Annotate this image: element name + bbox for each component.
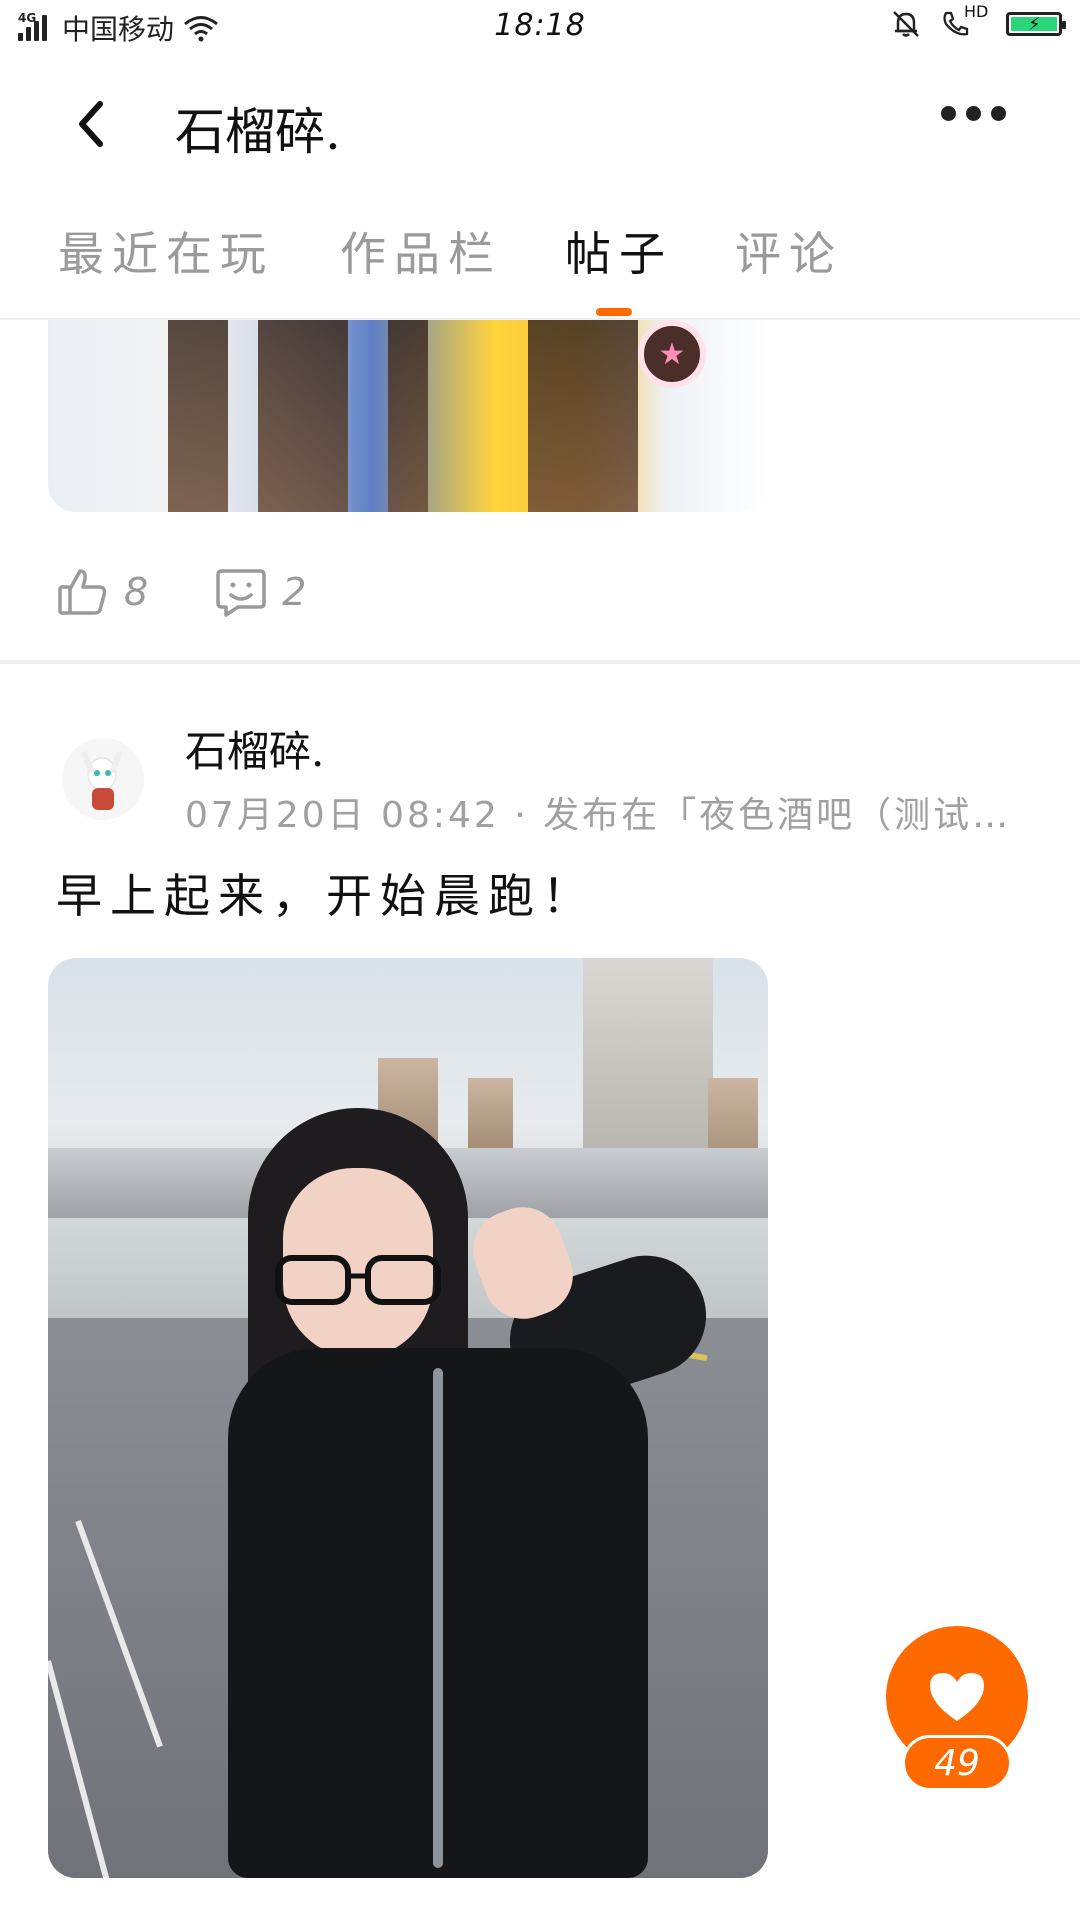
back-icon[interactable] (68, 94, 118, 154)
hd-call-icon: HD (940, 2, 988, 40)
post-author[interactable]: 石榴碎. (185, 718, 324, 779)
post-actions: 8 2 (56, 565, 372, 619)
thumbs-up-icon (58, 569, 107, 615)
title-bar: 石榴碎. (0, 54, 1080, 184)
heart-icon (930, 1673, 984, 1721)
tab-posts[interactable]: 帖子 (565, 218, 673, 284)
post-meta: 07月20日 08:42 · 发布在「夜色酒吧（测试… (185, 795, 1012, 836)
hd-label: HD (964, 2, 989, 21)
post-image-partial[interactable]: ★ (48, 320, 768, 512)
tab-recently-played[interactable]: 最近在玩 (58, 218, 274, 284)
comment-count: 2 (282, 570, 307, 614)
post-image[interactable] (48, 958, 768, 1878)
like-action[interactable]: 8 (56, 565, 148, 619)
tab-comments[interactable]: 评论 (735, 218, 843, 284)
post-text: 早上起来，开始晨跑！ (56, 869, 596, 923)
status-right: HD ⚡ (890, 2, 1066, 40)
battery-icon: ⚡ (1006, 12, 1066, 36)
like-count: 8 (124, 570, 149, 614)
silent-bell-icon (893, 11, 919, 37)
comment-icon (216, 569, 266, 617)
like-fab-count: 49 (902, 1735, 1012, 1791)
tab-works[interactable]: 作品栏 (340, 218, 502, 284)
comment-action[interactable]: 2 (214, 565, 306, 619)
star-sticker: ★ (638, 320, 706, 388)
more-icon[interactable] (941, 106, 1006, 121)
tab-indicator (596, 308, 632, 316)
profile-tabs: 最近在玩 作品栏 帖子 评论 (0, 190, 1080, 320)
person-figure (228, 1108, 722, 1878)
page-title: 石榴碎. (175, 103, 341, 161)
post-separator (0, 660, 1080, 664)
avatar[interactable] (62, 738, 144, 820)
status-bar: 4G 中国移动 18:18 HD ⚡ (0, 0, 1080, 54)
